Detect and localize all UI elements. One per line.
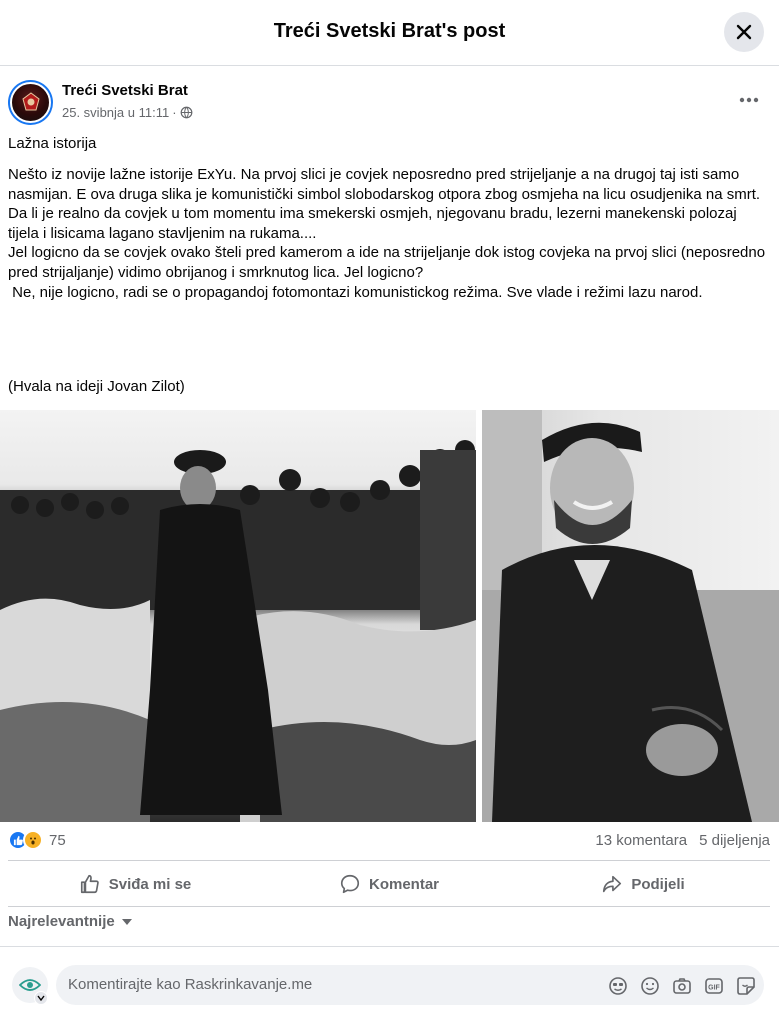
like-label: Sviđa mi se (108, 875, 192, 893)
reaction-count: 75 (49, 831, 66, 849)
globe-icon (180, 106, 192, 119)
post-paragraph: Nešto iz novije lažne istorije ExYu. Na … (8, 166, 761, 203)
avatar-sticker-button[interactable] (607, 975, 629, 997)
comment-bubble-icon (340, 874, 360, 894)
post-date[interactable]: 25. svibnja u 11:11 (62, 105, 169, 120)
photo-button[interactable] (671, 975, 693, 997)
sort-label: Najrelevantnije (8, 913, 115, 930)
dialog-title: Treći Svetski Brat's post (273, 20, 506, 42)
share-label: Podijeli (631, 875, 685, 893)
svg-text:GIF: GIF (708, 985, 720, 992)
composer-tools: GIF (607, 975, 757, 997)
post-credit: (Hvala na ideji Jovan Zilot) (8, 378, 185, 395)
meta-separator: · (172, 105, 177, 120)
crowd-scene-illustration (0, 440, 476, 822)
shares-count-link[interactable]: 5 dijeljenja (699, 832, 770, 849)
sticker-icon (737, 977, 755, 995)
more-dots-icon (739, 97, 759, 103)
close-button[interactable] (724, 12, 764, 52)
comment-composer: Komentirajte kao Raskrinkavanje.me GIF (0, 946, 779, 1024)
post-body: Nešto iz novije lažne istorije ExYu. Na … (8, 165, 770, 302)
switch-profile-button[interactable] (34, 991, 48, 1005)
sticker-button[interactable] (735, 975, 757, 997)
divider (8, 860, 770, 861)
emoji-icon (641, 977, 659, 995)
photo-right (482, 410, 779, 822)
post-paragraph: Jel logicno da se covjek ovako šteli pre… (8, 244, 766, 281)
post-dialog: Treći Svetski Brat's post Treći Svetski … (0, 0, 779, 1024)
author-name[interactable]: Treći Svetski Brat (62, 82, 188, 99)
post-photo[interactable] (0, 410, 779, 822)
divider (8, 906, 770, 907)
caret-down-icon (121, 918, 132, 925)
share-button[interactable]: Podijeli (516, 864, 770, 904)
comments-count-link[interactable]: 13 komentara (595, 832, 687, 849)
like-button[interactable]: Sviđa mi se (8, 864, 262, 904)
brand-logo-icon (21, 91, 40, 110)
gif-icon: GIF (705, 978, 723, 994)
more-options-button[interactable] (733, 90, 765, 110)
comment-sort-dropdown[interactable]: Najrelevantnije (8, 913, 133, 930)
engagement-counts: 13 komentara 5 dijeljenja (595, 832, 770, 849)
post-meta: 25. svibnja u 11:11 · (62, 105, 193, 120)
post-title: Lažna istorija (8, 135, 97, 152)
post-paragraph: Ne, nije logicno, radi se o propagandoj … (8, 283, 703, 301)
chevron-down-icon (37, 995, 45, 1001)
dialog-header: Treći Svetski Brat's post (0, 0, 779, 66)
thumbs-up-icon (80, 874, 99, 894)
post-paragraph: Da li je realno da covjek u tom momentu … (8, 205, 737, 242)
emoji-button[interactable] (639, 975, 661, 997)
portrait-illustration (482, 410, 779, 822)
avatar-sticker-icon (609, 977, 627, 995)
comment-label: Komentar (368, 875, 439, 893)
reactions-summary[interactable]: 75 (8, 830, 66, 850)
wow-reaction-icon (23, 830, 43, 850)
comment-button[interactable]: Komentar (262, 864, 516, 904)
gif-button[interactable]: GIF (703, 975, 725, 997)
eye-logo-icon (19, 979, 41, 991)
photo-left (0, 410, 476, 822)
author-avatar[interactable] (8, 80, 53, 125)
camera-icon (673, 978, 691, 994)
post-actions: Sviđa mi se Komentar Podijeli (8, 864, 770, 904)
close-icon (736, 24, 752, 40)
share-arrow-icon (603, 875, 622, 893)
